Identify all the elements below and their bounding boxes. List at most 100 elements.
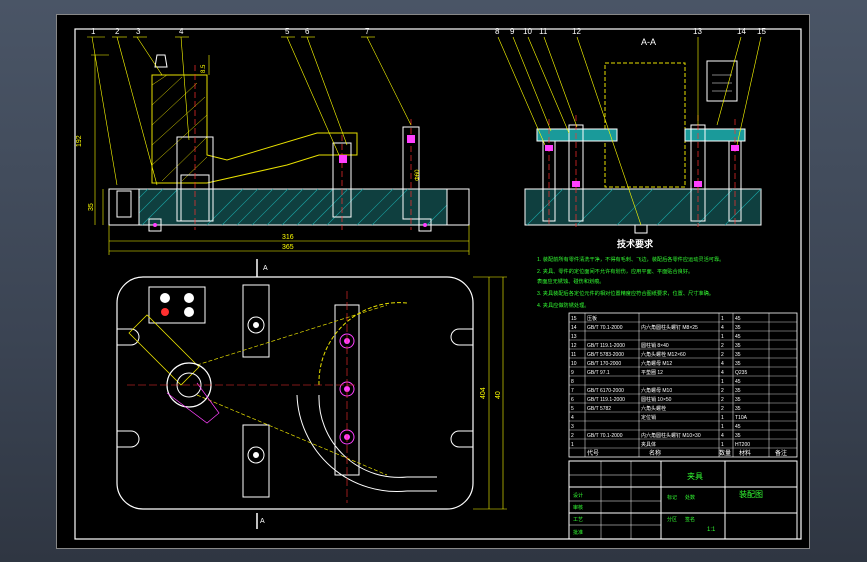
bom-cell: 1 xyxy=(721,415,724,421)
bom-cell: 4 xyxy=(721,361,724,367)
title-block: 夹具 装配图 1:1 设计 审核 工艺 批准 标记 处数 分区 签名 xyxy=(568,460,798,540)
bom-header-cell: 备注 xyxy=(775,449,787,457)
bom-cell: 2 xyxy=(571,433,574,439)
bom-cell: 2 xyxy=(721,406,724,412)
tb-label-process: 工艺 xyxy=(573,517,583,523)
bom-cell: GB/T 5783-2000 xyxy=(587,352,624,358)
bom-cell: 定位销 xyxy=(641,414,656,421)
callout-2: 2 xyxy=(115,27,120,36)
bom-cell: 4 xyxy=(721,325,724,331)
tb-label-design: 设计 xyxy=(573,492,583,499)
callout-11: 11 xyxy=(539,27,548,36)
tb-label-zone: 分区 xyxy=(667,516,677,523)
dim-plan-height-2: 40 xyxy=(495,391,502,399)
bom-cell: 4 xyxy=(721,433,724,439)
callout-8: 8 xyxy=(495,27,500,36)
tech-line-2: 2. 夹具、零件的定位面间不允许有划伤，应用平面、平面贴合良好。 xyxy=(537,267,693,275)
bom-cell: 35 xyxy=(735,352,741,358)
bom-cell: 15 xyxy=(571,316,577,322)
bom-cell: T10A xyxy=(735,415,748,421)
bom-cell: GB/T 6170-2000 xyxy=(587,388,624,394)
callout-3: 3 xyxy=(136,27,141,36)
dim-width-365: 365 xyxy=(282,244,294,251)
dim-height: 192 xyxy=(76,135,83,147)
bom-cell: 11 xyxy=(571,352,576,358)
bom-cell: 35 xyxy=(735,433,741,439)
bom-cell: 1 xyxy=(571,442,574,448)
bom-cell: 2 xyxy=(721,343,724,349)
bom-cell: GB/T 119.1-2000 xyxy=(587,397,625,403)
bom-cell: 内六角圆柱头螺钉 M10×30 xyxy=(641,432,701,439)
title-block-scale: 1:1 xyxy=(707,527,716,533)
callout-4: 4 xyxy=(179,27,184,36)
bom-cell: 2 xyxy=(721,388,724,394)
bom-cell: 35 xyxy=(735,388,741,394)
bom-header-cell: 数量 xyxy=(719,449,731,457)
bom-cell: 2 xyxy=(721,397,724,403)
drawing-sheet: 1 2 3 4 5 6 7 192 35 316 365 8.5 Φ60 A-A… xyxy=(56,14,810,549)
callout-1: 1 xyxy=(91,27,96,36)
bom-cell: 圆柱销 10×50 xyxy=(641,396,672,403)
cad-viewport[interactable]: 1 2 3 4 5 6 7 192 35 316 365 8.5 Φ60 A-A… xyxy=(0,0,867,562)
tech-line-4: 3. 夹具装配后各定位元件的相对位置精度应符合图纸要求，位置、尺寸准确。 xyxy=(537,289,714,297)
bom-cell: 45 xyxy=(735,334,741,340)
callout-13: 13 xyxy=(693,27,702,36)
callout-7: 7 xyxy=(365,27,370,36)
bom-cell: 13 xyxy=(571,334,577,340)
bom-cell: GB/T 170-2000 xyxy=(587,361,621,367)
bom-cell: 35 xyxy=(735,406,741,412)
bom-cell: Q235 xyxy=(735,370,747,376)
section-title: A-A xyxy=(641,37,656,47)
bom-cell: 圆柱销 8×40 xyxy=(641,342,669,349)
tb-label-review: 审核 xyxy=(573,504,583,511)
callout-12: 12 xyxy=(572,27,581,36)
tech-line-3: 表面应无锈蚀、碰伤和划痕。 xyxy=(537,277,604,285)
dim-small: 8.5 xyxy=(201,64,207,73)
bom-cell: 1 xyxy=(721,442,724,448)
bom-cell: 9 xyxy=(571,370,574,376)
bom-cell: 六角螺母 M10 xyxy=(641,387,672,394)
tb-label-count: 处数 xyxy=(685,494,695,501)
bom-cell: 10 xyxy=(571,361,577,367)
bom-cell: 2 xyxy=(721,352,724,358)
bom-cell: 内六角圆柱头螺钉 M8×25 xyxy=(641,324,698,331)
bom-cell: 6 xyxy=(571,397,574,403)
bom-cell: 5 xyxy=(571,406,574,412)
bom-cell: 3 xyxy=(571,424,574,430)
bom-cell: 平垫圈 12 xyxy=(641,369,663,376)
bom-cell: 7 xyxy=(571,388,574,394)
bom-table: 15 压板 1 4514 GB/T 70.1-2000 内六角圆柱头螺钉 M8×25 4 35… xyxy=(568,312,798,458)
bom-cell: 1 xyxy=(721,379,724,385)
bom-cell: GB/T 5782 xyxy=(587,406,611,412)
bom-cell: 1 xyxy=(721,424,724,430)
view-marker-top: A xyxy=(263,265,268,272)
bom-cell: 45 xyxy=(735,316,741,322)
bom-cell: 35 xyxy=(735,397,741,403)
bom-cell: 8 xyxy=(571,379,574,385)
bom-cell: 六角头螺栓 M12×60 xyxy=(641,351,686,358)
dim-plan-height: 404 xyxy=(480,387,487,399)
tech-requirements: 技术要求 1. 装配前所有零件清洗干净，不得有毛刺、飞边，装配后各零件应运动灵活… xyxy=(537,238,724,309)
bom-header-cell: 代号 xyxy=(587,449,599,457)
bom-cell: 六角螺母 M12 xyxy=(641,360,672,367)
bom-cell: 1 xyxy=(721,316,724,322)
tb-label-sign: 签名 xyxy=(685,516,695,523)
section-view: A-A 8 9 10 11 12 13 14 15 xyxy=(495,27,766,234)
callout-5: 5 xyxy=(285,27,290,36)
tech-line-1: 1. 装配前所有零件清洗干净，不得有毛刺、飞边，装配后各零件应运动灵活可靠。 xyxy=(537,255,724,263)
bom-cell: HT200 xyxy=(735,442,750,448)
bom-cell: 35 xyxy=(735,361,741,367)
dim-hole: Φ60 xyxy=(415,169,421,181)
callout-10: 10 xyxy=(523,27,532,36)
dim-width-316: 316 xyxy=(282,234,294,241)
tb-label-approve: 批准 xyxy=(573,529,583,536)
bom-header-cell: 材料 xyxy=(739,449,751,457)
bom-cell: 1 xyxy=(721,334,724,340)
callout-6: 6 xyxy=(305,27,310,36)
bom-cell: 14 xyxy=(571,325,577,331)
callout-14: 14 xyxy=(737,27,746,36)
title-block-drawing-no: 装配图 xyxy=(739,489,763,499)
inner-border xyxy=(74,28,802,540)
bom-cell: 六角头螺栓 xyxy=(641,405,666,412)
bom-cell: GB/T 119.1-2000 xyxy=(587,343,625,349)
